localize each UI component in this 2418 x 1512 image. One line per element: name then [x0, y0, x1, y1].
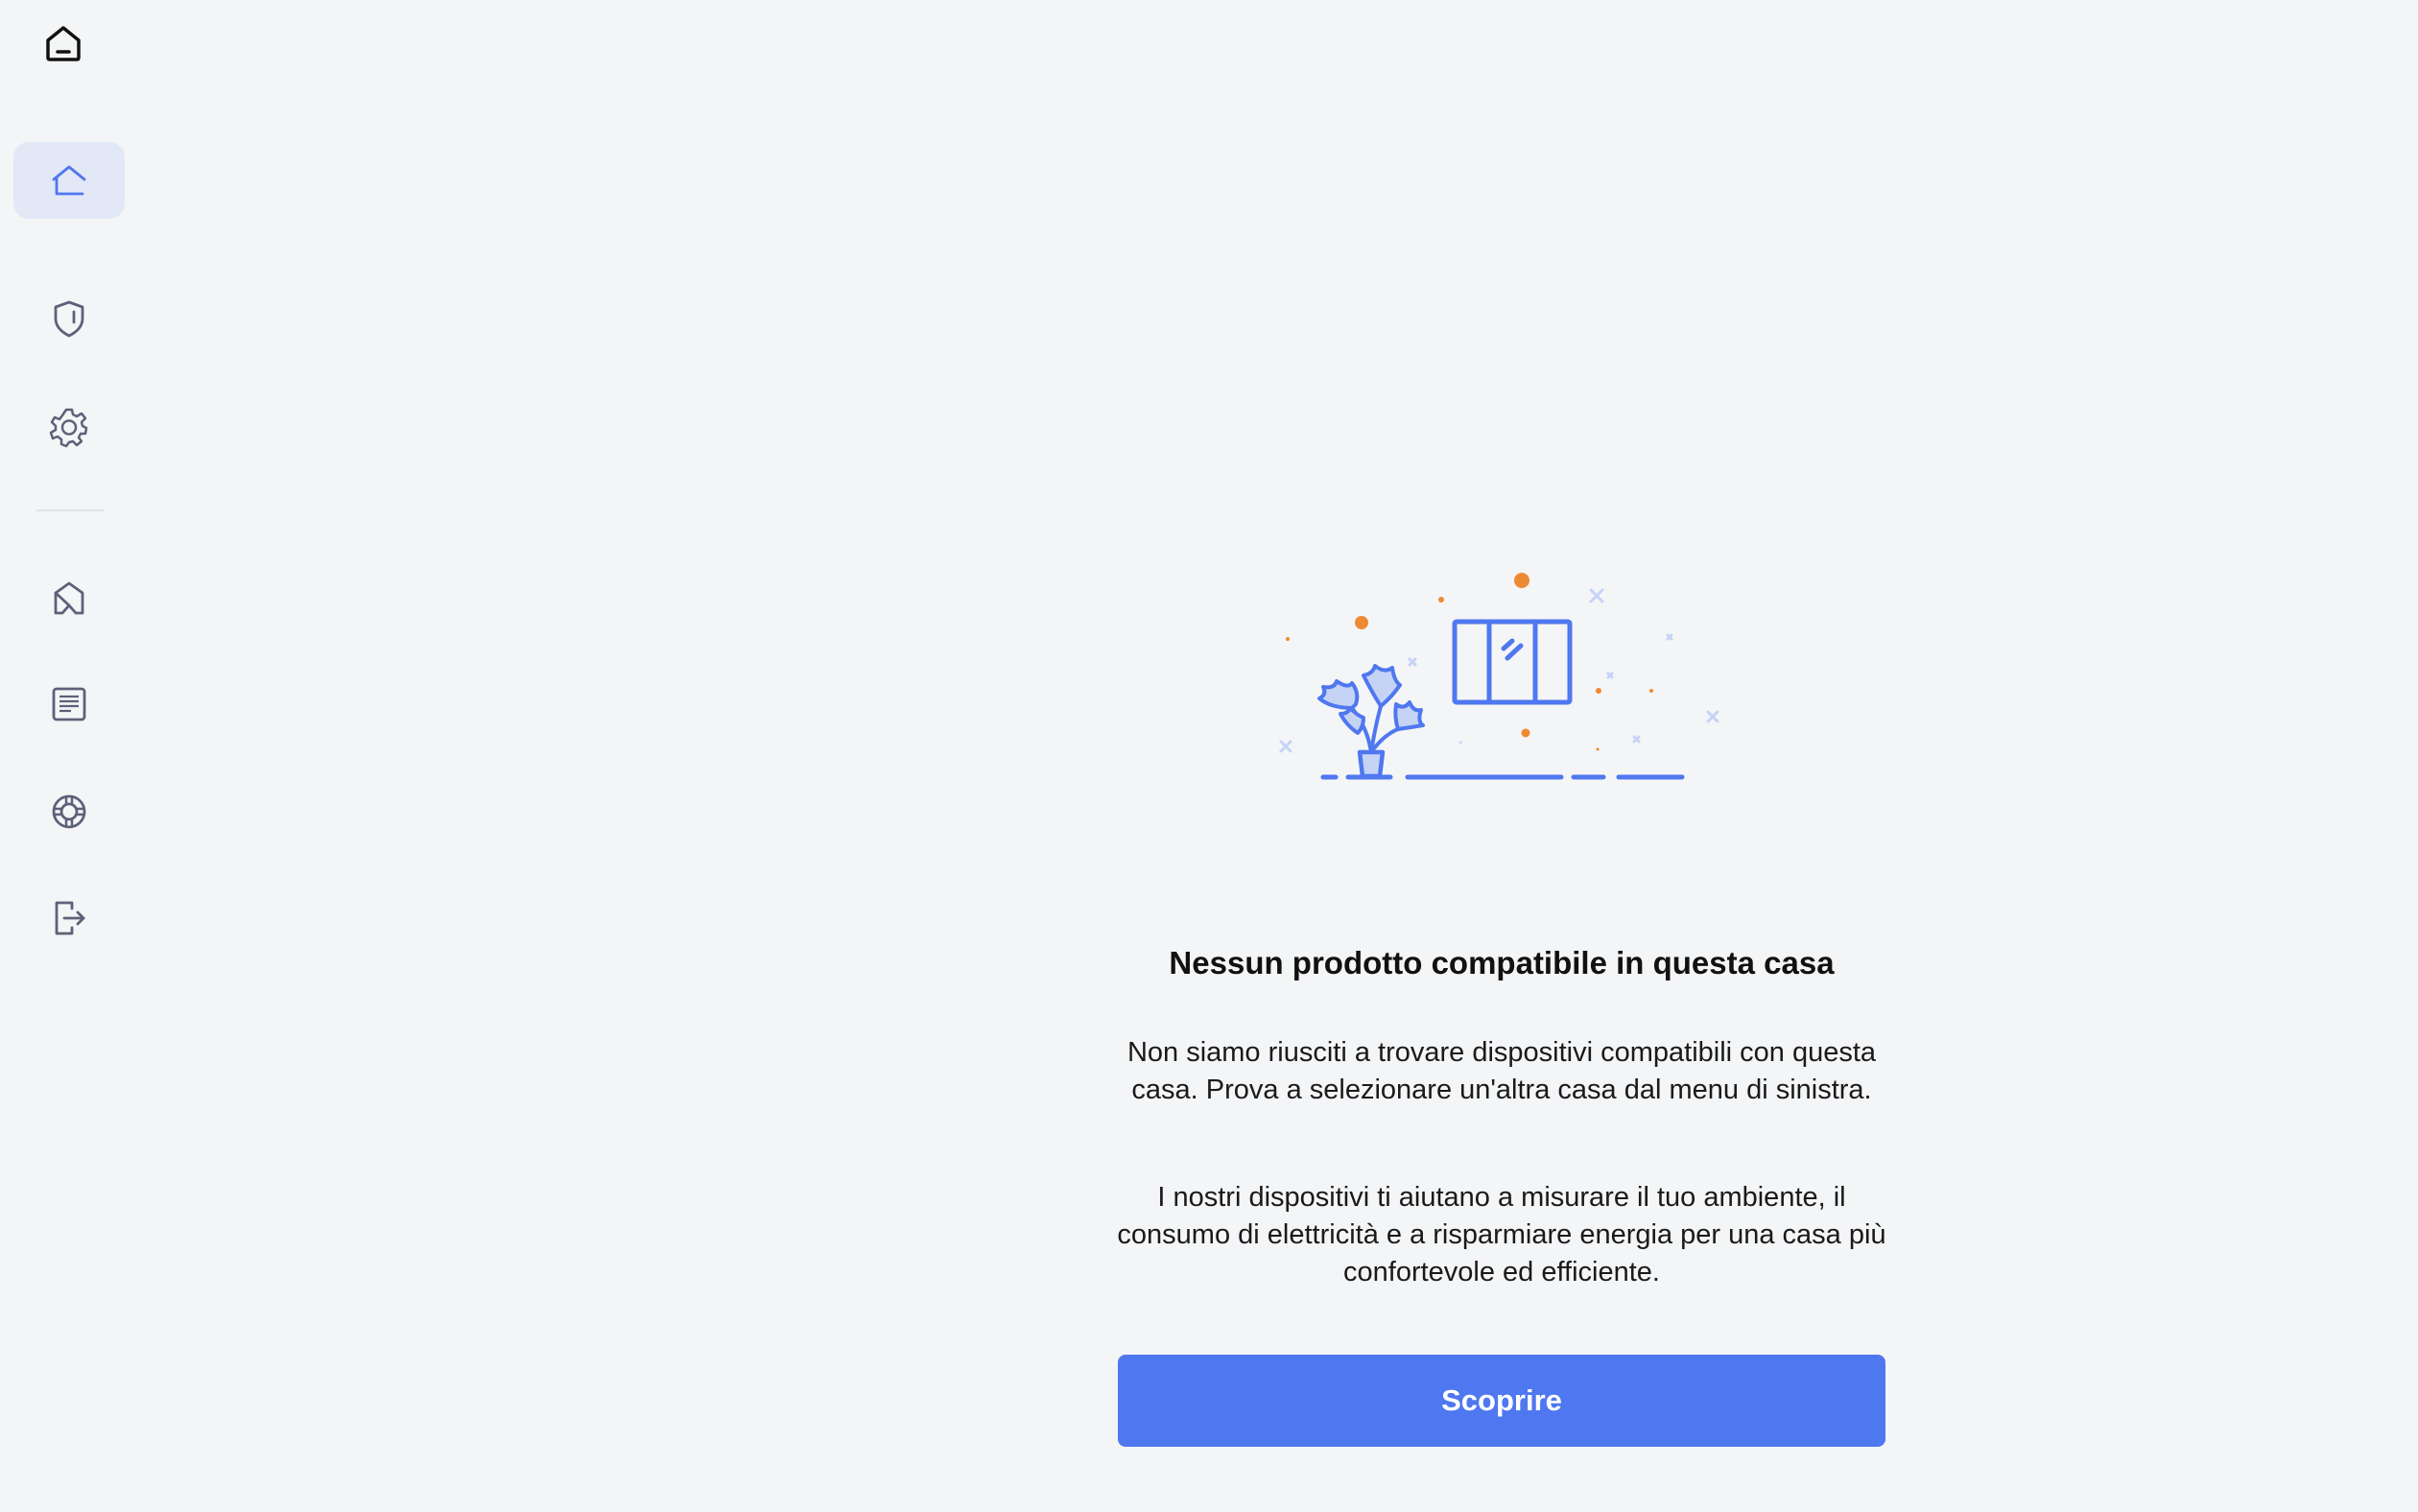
main-content: Nessun prodotto compatibile in questa ca… [139, 0, 2418, 1512]
empty-state-info: I nostri dispositivi ti aiutano a misura… [1117, 1182, 1886, 1288]
sidebar-item-products[interactable] [13, 559, 125, 636]
gear-icon [49, 408, 88, 448]
home-icon [52, 165, 86, 196]
sidebar-divider [36, 509, 104, 511]
sidebar-item-news[interactable] [13, 666, 125, 743]
shield-icon [54, 300, 84, 338]
sidebar-item-support[interactable] [13, 773, 125, 850]
sidebar-item-security[interactable] [13, 280, 125, 357]
discover-button[interactable]: Scoprire [1118, 1355, 1885, 1447]
sidebar [0, 0, 139, 1512]
sidebar-item-logout[interactable] [13, 880, 125, 957]
sidebar-item-settings[interactable] [13, 388, 125, 464]
house-tag-icon [54, 581, 84, 615]
empty-state-title: Nessun prodotto compatibile in questa ca… [1169, 945, 1835, 980]
logout-icon [55, 901, 85, 935]
sidebar-item-home[interactable] [13, 142, 125, 219]
news-icon [52, 687, 86, 721]
lifebuoy-icon [52, 794, 86, 829]
plant-window-illustration [1264, 564, 1734, 794]
home-logo-icon[interactable] [42, 19, 84, 65]
empty-state-description: Non siamo riusciti a trovare dispositivi… [1126, 1037, 1877, 1105]
